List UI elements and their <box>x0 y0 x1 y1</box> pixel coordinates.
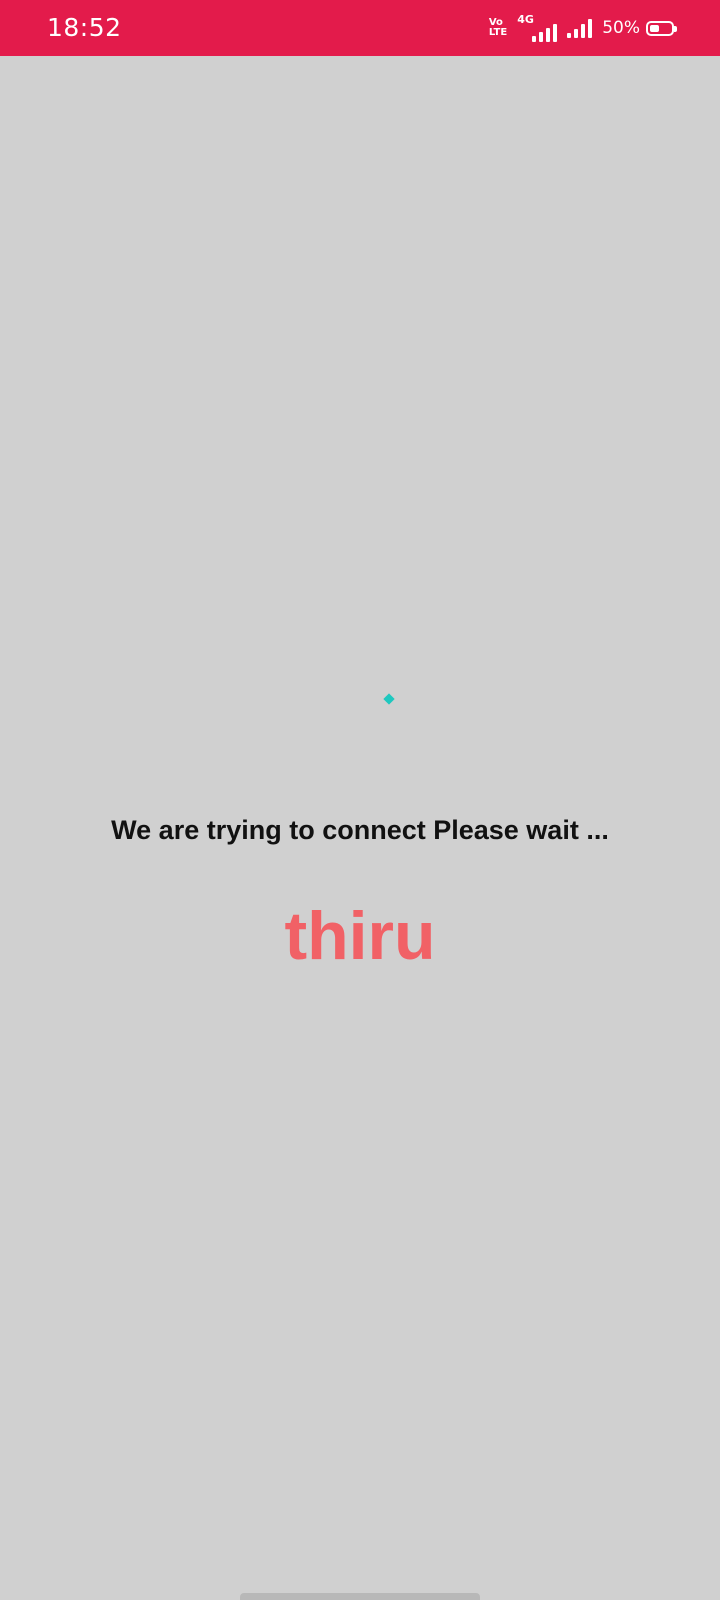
loading-spinner-icon <box>383 693 395 705</box>
sim1-signal-icon <box>532 24 558 42</box>
mobile-data-icon: 4G <box>517 14 558 42</box>
volte-icon: Vo LTE <box>489 18 507 38</box>
battery-level <box>650 24 659 32</box>
connecting-message: We are trying to connect Please wait ... <box>111 815 609 845</box>
status-bar: 18:52 Vo LTE 4G 50% <box>0 0 720 56</box>
battery-icon <box>646 20 677 36</box>
status-time: 18:52 <box>47 13 122 42</box>
home-indicator[interactable] <box>240 1593 480 1600</box>
brand-name: thiru <box>284 898 436 974</box>
status-icons: Vo LTE 4G 50% <box>489 14 677 42</box>
sim2-signal-icon <box>567 18 593 38</box>
battery-percentage: 50% <box>602 18 640 38</box>
volte-bottom-label: LTE <box>488 27 508 38</box>
